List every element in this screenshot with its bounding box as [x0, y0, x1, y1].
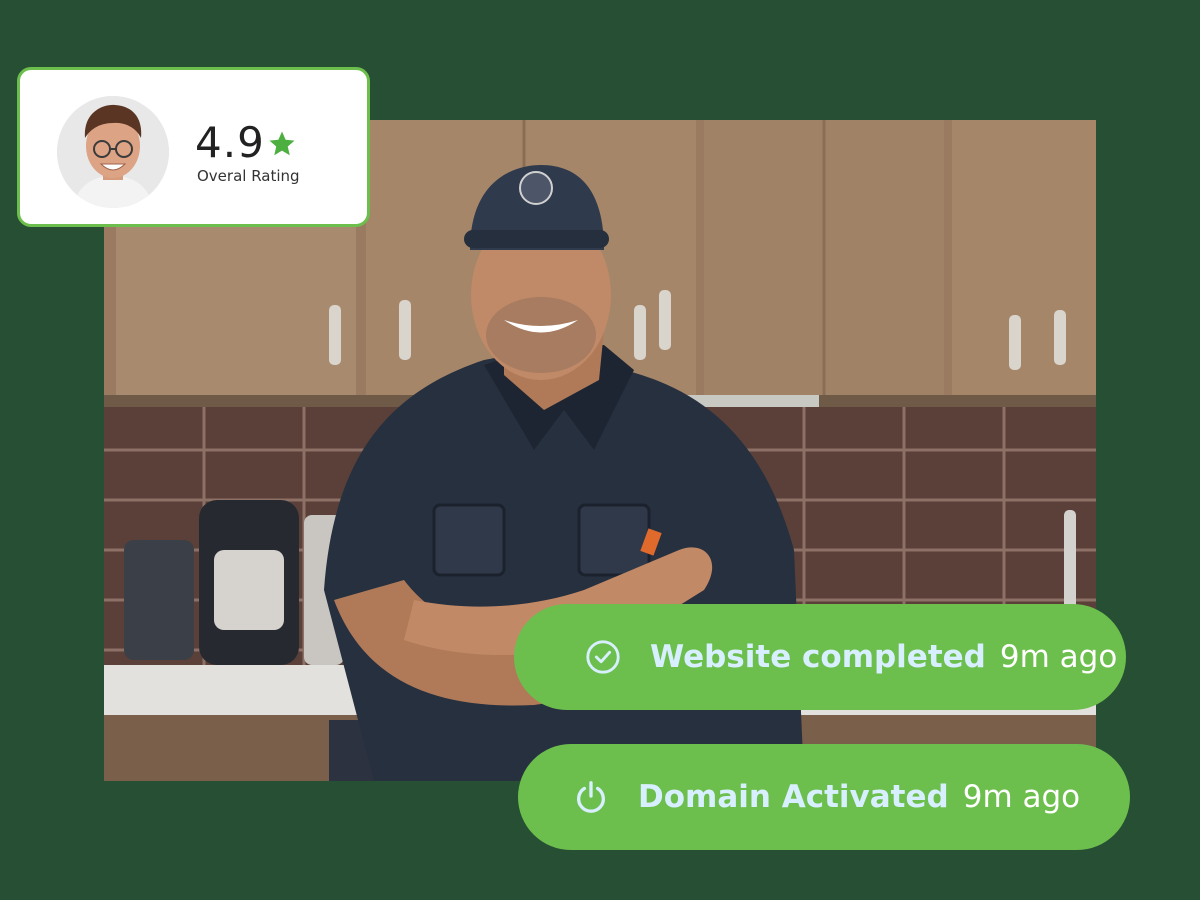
rating-card: 4.9 Overal Rating: [17, 67, 370, 227]
notification-label: Domain Activated: [638, 779, 949, 815]
power-icon: [577, 781, 605, 813]
notification-time: 9m ago: [999, 639, 1118, 675]
notification-label: Website completed: [650, 639, 986, 675]
avatar: [57, 96, 169, 208]
rating-label: Overal Rating: [197, 167, 300, 185]
notification-domain-activated: Domain Activated 9m ago: [518, 744, 1130, 850]
notification-time: 9m ago: [962, 779, 1081, 815]
check-circle-icon: [586, 640, 620, 674]
notification-website-completed: Website completed 9m ago: [514, 604, 1126, 710]
star-icon: [269, 131, 295, 156]
rating-value: 4.9: [195, 118, 265, 167]
